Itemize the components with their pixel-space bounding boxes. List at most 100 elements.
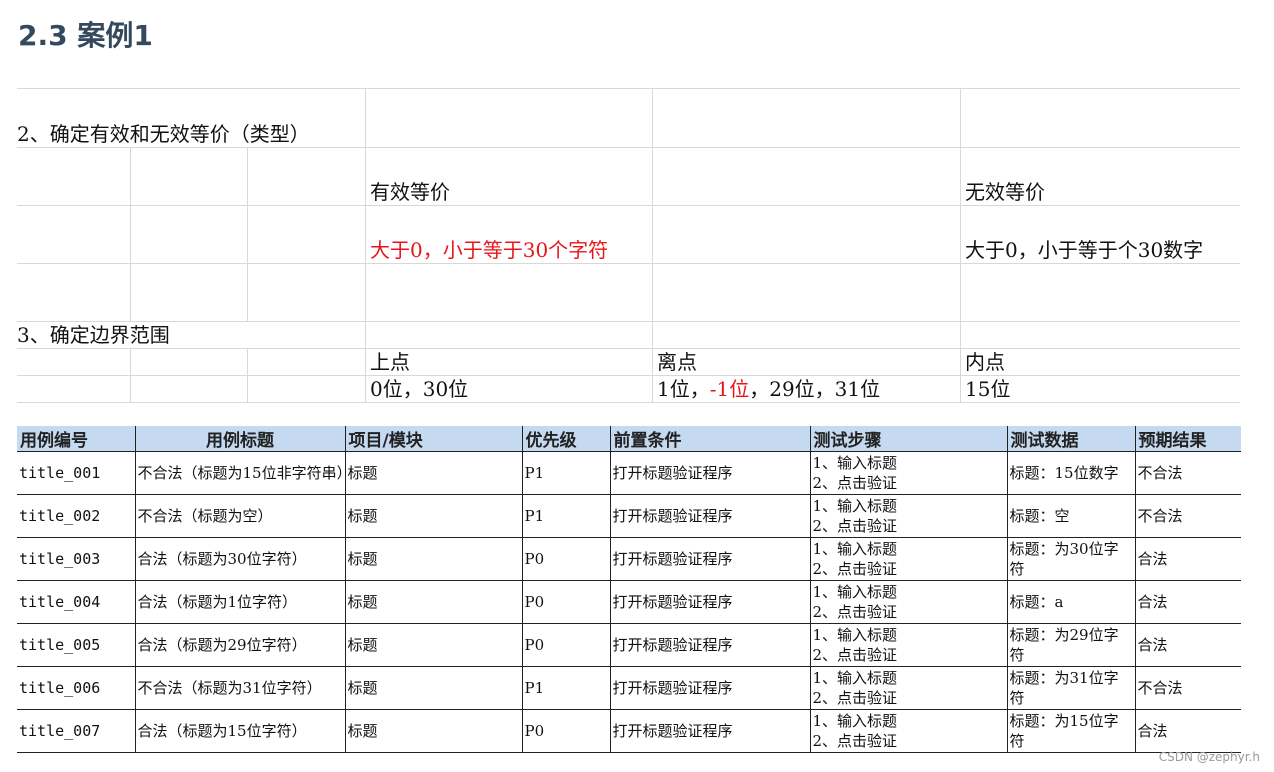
header-priority: 优先级 (521, 426, 610, 452)
table-row: title_004 合法（标题为1位字符） 标题 P0 打开标题验证程序 1、输… (17, 580, 1241, 624)
valid-equivalence-label: 有效等价 (370, 180, 450, 204)
case-steps: 1、输入标题 2、点击验证 (809, 666, 1007, 710)
case-step-1: 1、输入标题 (812, 497, 898, 515)
case-module: 标题 (344, 666, 522, 710)
case-priority: P1 (521, 451, 610, 495)
case-expected: 合法 (1134, 623, 1241, 667)
case-data: 标题：15位数字 (1006, 451, 1135, 495)
header-test-data: 测试数据 (1006, 426, 1135, 452)
valid-equivalence-value: 大于0，小于等于30个字符 (370, 238, 609, 262)
off-point-value-b: ，29位，31位 (749, 377, 881, 401)
case-step-2: 2、点击验证 (812, 474, 898, 492)
case-data: 标题：为29位字符 (1006, 623, 1135, 667)
case-id: title_007 (17, 709, 135, 753)
case-priority: P1 (521, 494, 610, 538)
case-module: 标题 (344, 451, 522, 495)
upper-point-label: 上点 (370, 350, 410, 374)
case-step-1: 1、输入标题 (812, 454, 898, 472)
case-title: 合法（标题为30位字符） (134, 537, 345, 581)
case-step-2: 2、点击验证 (812, 560, 898, 578)
case-steps: 1、输入标题 2、点击验证 (809, 451, 1007, 495)
off-point-label: 离点 (657, 350, 697, 374)
case-id: title_001 (17, 451, 135, 495)
case-expected: 不合法 (1134, 494, 1241, 538)
case-precondition: 打开标题验证程序 (609, 451, 810, 495)
case-title: 不合法（标题为31位字符） (134, 666, 345, 710)
case-steps: 1、输入标题 2、点击验证 (809, 580, 1007, 624)
case-step-1: 1、输入标题 (812, 712, 898, 730)
case-data: 标题：a (1006, 580, 1135, 624)
case-title: 不合法（标题为空） (134, 494, 345, 538)
header-test-steps: 测试步骤 (809, 426, 1007, 452)
case-data: 标题：为30位字符 (1006, 537, 1135, 581)
case-steps: 1、输入标题 2、点击验证 (809, 623, 1007, 667)
case-data: 标题：为31位字符 (1006, 666, 1135, 710)
header-case-title: 用例标题 (134, 426, 345, 452)
case-precondition: 打开标题验证程序 (609, 709, 810, 753)
off-point-value-red: -1位 (709, 377, 750, 401)
case-id: title_002 (17, 494, 135, 538)
case-title: 合法（标题为29位字符） (134, 623, 345, 667)
header-module: 项目/模块 (344, 426, 522, 452)
case-steps: 1、输入标题 2、点击验证 (809, 709, 1007, 753)
case-precondition: 打开标题验证程序 (609, 580, 810, 624)
case-title: 不合法（标题为15位非字符串） (134, 451, 345, 495)
test-case-table: 用例编号 用例标题 项目/模块 优先级 前置条件 测试步骤 测试数据 预期结果 … (17, 426, 1241, 753)
step3-label: 3、确定边界范围 (17, 323, 170, 347)
case-expected: 合法 (1134, 709, 1241, 753)
case-priority: P0 (521, 580, 610, 624)
case-title: 合法（标题为15位字符） (134, 709, 345, 753)
table-header-row: 用例编号 用例标题 项目/模块 优先级 前置条件 测试步骤 测试数据 预期结果 (17, 426, 1241, 452)
header-expected: 预期结果 (1134, 426, 1241, 452)
table-row: title_001 不合法（标题为15位非字符串） 标题 P1 打开标题验证程序… (17, 451, 1241, 495)
case-step-1: 1、输入标题 (812, 583, 898, 601)
case-steps: 1、输入标题 2、点击验证 (809, 494, 1007, 538)
case-module: 标题 (344, 709, 522, 753)
page-heading: 2.3 案例1 (18, 19, 153, 52)
case-expected: 合法 (1134, 537, 1241, 581)
case-id: title_003 (17, 537, 135, 581)
case-id: title_006 (17, 666, 135, 710)
case-data: 标题：为15位字符 (1006, 709, 1135, 753)
case-id: title_004 (17, 580, 135, 624)
step2-label: 2、确定有效和无效等价（类型） (17, 122, 310, 146)
case-priority: P1 (521, 666, 610, 710)
case-module: 标题 (344, 537, 522, 581)
case-step-1: 1、输入标题 (812, 626, 898, 644)
upper-point-value: 0位，30位 (370, 377, 469, 401)
off-point-value: 1位，-1位，29位，31位 (657, 376, 880, 402)
inner-point-label: 内点 (965, 350, 1005, 374)
case-expected: 不合法 (1134, 451, 1241, 495)
table-row: title_002 不合法（标题为空） 标题 P1 打开标题验证程序 1、输入标… (17, 494, 1241, 538)
case-priority: P0 (521, 623, 610, 667)
case-steps: 1、输入标题 2、点击验证 (809, 537, 1007, 581)
table-row: title_005 合法（标题为29位字符） 标题 P0 打开标题验证程序 1、… (17, 623, 1241, 667)
case-precondition: 打开标题验证程序 (609, 494, 810, 538)
case-step-2: 2、点击验证 (812, 646, 898, 664)
watermark: CSDN @zephyr.h (1158, 750, 1260, 764)
case-step-2: 2、点击验证 (812, 603, 898, 621)
invalid-equivalence-value: 大于0，小于等于个30数字 (965, 238, 1204, 262)
case-step-1: 1、输入标题 (812, 540, 898, 558)
case-priority: P0 (521, 709, 610, 753)
header-case-id: 用例编号 (17, 426, 135, 452)
case-precondition: 打开标题验证程序 (609, 537, 810, 581)
case-precondition: 打开标题验证程序 (609, 666, 810, 710)
invalid-equivalence-label: 无效等价 (965, 180, 1045, 204)
inner-point-value: 15位 (965, 377, 1011, 401)
case-expected: 合法 (1134, 580, 1241, 624)
case-precondition: 打开标题验证程序 (609, 623, 810, 667)
case-title: 合法（标题为1位字符） (134, 580, 345, 624)
case-module: 标题 (344, 494, 522, 538)
case-priority: P0 (521, 537, 610, 581)
case-step-2: 2、点击验证 (812, 732, 898, 750)
header-precondition: 前置条件 (609, 426, 810, 452)
case-expected: 不合法 (1134, 666, 1241, 710)
case-module: 标题 (344, 580, 522, 624)
case-step-1: 1、输入标题 (812, 669, 898, 687)
case-step-2: 2、点击验证 (812, 517, 898, 535)
off-point-value-a: 1位， (657, 377, 710, 401)
case-data: 标题：空 (1006, 494, 1135, 538)
table-row: title_007 合法（标题为15位字符） 标题 P0 打开标题验证程序 1、… (17, 709, 1241, 753)
case-id: title_005 (17, 623, 135, 667)
